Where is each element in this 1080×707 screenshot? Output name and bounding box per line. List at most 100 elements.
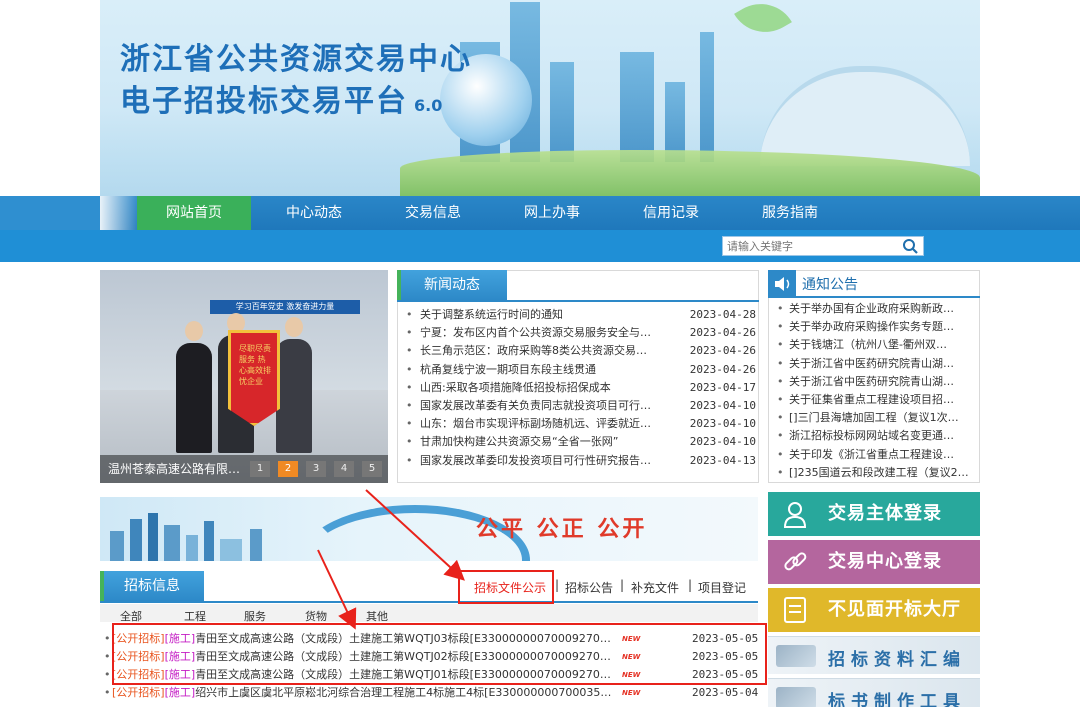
link-supplement-file[interactable]: 补充文件 <box>631 579 679 596</box>
link-bid-announcement[interactable]: 招标公告 <box>565 579 613 596</box>
tender-tool-button[interactable]: 标书制作工具 <box>768 678 980 707</box>
bid-method-tag: [公开招标] <box>112 686 165 699</box>
notice-title[interactable]: 关于钱塘江（杭州八堡-衢州双… <box>789 336 975 354</box>
notice-title[interactable]: 浙江招标投标网网站域名变更通… <box>789 427 975 445</box>
news-item[interactable]: • 宁夏：发布区内首个公共资源交易服务安全与… 2023-04-26 <box>406 324 756 342</box>
bid-materials-button[interactable]: 招标资料汇编 <box>768 636 980 674</box>
notice-item[interactable]: • 关于举办国有企业政府采购新政… <box>777 300 975 318</box>
notice-item[interactable]: • []三门县海塘加固工程（复议1次… <box>777 409 975 427</box>
category-tabs: 全部 工程 服务 货物 其他 <box>100 604 758 622</box>
bullet-icon: • <box>104 650 111 663</box>
version-label: 6.0 <box>414 96 443 115</box>
cat-engineering[interactable]: 工程 <box>184 608 206 622</box>
bullet-icon: • <box>406 435 413 449</box>
news-item[interactable]: • 杭甬复线宁波一期项目东段主线贯通 2023-04-26 <box>406 361 756 379</box>
cat-goods[interactable]: 货物 <box>305 608 327 622</box>
tab-notice[interactable]: 通知公告 <box>802 274 858 294</box>
link-separator: | <box>620 578 625 592</box>
slide-dot-5[interactable]: 5 <box>362 461 382 477</box>
slide-dot-1[interactable]: 1 <box>250 461 270 477</box>
notice-title[interactable]: 关于浙江省中医药研究院青山湖… <box>789 373 975 391</box>
nav-item-home[interactable]: 网站首页 <box>137 196 251 230</box>
notice-list: • 关于举办国有企业政府采购新政… • 关于举办政府采购操作实务专题… • 关于钱塘江（杭… <box>777 300 975 482</box>
document-icon <box>784 597 806 623</box>
bullet-icon: • <box>406 344 413 358</box>
notice-title[interactable]: 关于举办国有企业政府采购新政… <box>789 300 975 318</box>
nav-item-center-news[interactable]: 中心动态 <box>257 196 371 230</box>
notice-title[interactable]: 关于印发《浙江省重点工程建设… <box>789 446 975 464</box>
cat-all[interactable]: 全部 <box>120 608 142 622</box>
bullet-icon: • <box>406 453 413 467</box>
news-title[interactable]: 宁夏：发布区内首个公共资源交易服务安全与… <box>420 324 652 342</box>
nav-item-trade-info[interactable]: 交易信息 <box>376 196 490 230</box>
building-graphic <box>700 32 714 162</box>
news-item[interactable]: • 山西:采取各项措施降低招投标招保成本 2023-04-17 <box>406 379 756 397</box>
notice-title[interactable]: 关于浙江省中医药研究院青山湖… <box>789 355 975 373</box>
bullet-icon: • <box>777 411 784 425</box>
cat-service[interactable]: 服务 <box>244 608 266 622</box>
tab-news[interactable]: 新闻动态 <box>397 270 507 300</box>
search-icon[interactable] <box>897 237 923 255</box>
bullet-icon: • <box>104 686 111 699</box>
bidding-row[interactable]: • [公开招标][施工]绍兴市上虞区虞北平原崧北河综合治理工程施工4标施工4标[E… <box>104 684 758 702</box>
slide-dot-3[interactable]: 3 <box>306 461 326 477</box>
slide-dot-2[interactable]: 2 <box>278 461 298 477</box>
nav-item-service-guide[interactable]: 服务指南 <box>733 196 847 230</box>
bid-materials-label: 招标资料汇编 <box>828 650 966 670</box>
nav-item-credit-record[interactable]: 信用记录 <box>614 196 728 230</box>
news-date: 2023-04-26 <box>689 344 756 358</box>
news-item[interactable]: • 关于调整系统运行时间的通知 2023-04-28 <box>406 306 756 324</box>
notice-item[interactable]: • 关于印发《浙江省重点工程建设… <box>777 446 975 464</box>
news-title[interactable]: 国家发展改革委有关负责同志就投资项目可行… <box>420 397 652 415</box>
slogan-text: 公平 公正 公开 <box>476 517 648 542</box>
news-title[interactable]: 长三角示范区：政府采购等8类公共资源交易… <box>420 342 652 360</box>
news-item[interactable]: • 山东：烟台市实现评标副场随机远、评委就近… 2023-04-10 <box>406 415 756 433</box>
notice-title[interactable]: 关于征集省重点工程建设项目招… <box>789 391 975 409</box>
leaf-decoration <box>734 0 792 46</box>
notice-item[interactable]: • 关于浙江省中医药研究院青山湖… <box>777 373 975 391</box>
news-title[interactable]: 国家发展改革委印发投资项目可行性研究报告… <box>420 452 652 470</box>
bullet-icon: • <box>104 632 111 645</box>
news-title[interactable]: 关于调整系统运行时间的通知 <box>420 306 652 324</box>
news-item[interactable]: • 甘肃加快构建公共资源交易“全省一张网” 2023-04-10 <box>406 433 756 451</box>
dome-building-graphic <box>760 66 970 166</box>
news-title[interactable]: 山西:采取各项措施降低招投标招保成本 <box>420 379 652 397</box>
tender-tool-label: 标书制作工具 <box>828 692 966 707</box>
header-banner: 浙江省公共资源交易中心 电子招投标交易平台 6.0 <box>100 0 980 196</box>
bidding-row-title[interactable]: [公开招标][施工]绍兴市上虞区虞北平原崧北河综合治理工程施工4标施工4标[E3… <box>112 684 616 702</box>
slide-caption[interactable]: 温州苍泰高速公路有限… <box>108 460 248 477</box>
trader-login-label: 交易主体登录 <box>828 503 942 524</box>
news-title[interactable]: 甘肃加快构建公共资源交易“全省一张网” <box>420 433 652 451</box>
pennant-text: 尽职尽责服务 热心高效排忧企业 <box>239 344 271 386</box>
search-input[interactable] <box>723 237 893 255</box>
slide-dot-4[interactable]: 4 <box>334 461 354 477</box>
notice-item[interactable]: • 浙江招标投标网网站域名变更通… <box>777 427 975 445</box>
link-project-registration[interactable]: 项目登记 <box>698 579 746 596</box>
center-login-button[interactable]: 交易中心登录 <box>768 540 980 584</box>
trader-login-button[interactable]: 交易主体登录 <box>768 492 980 536</box>
nav-item-online-service[interactable]: 网上办事 <box>495 196 609 230</box>
remote-bid-hall-label: 不见面开标大厅 <box>828 599 961 620</box>
award-pennant: 尽职尽责服务 热心高效排忧企业 <box>228 330 280 426</box>
news-date: 2023-04-10 <box>689 398 756 412</box>
news-title[interactable]: 杭甬复线宁波一期项目东段主线贯通 <box>420 361 652 379</box>
tab-bidding-info[interactable]: 招标信息 <box>100 571 204 601</box>
news-title[interactable]: 山东：烟台市实现评标副场随机远、评委就近… <box>420 415 652 433</box>
notice-title[interactable]: []三门县海塘加固工程（复议1次… <box>789 409 975 427</box>
bullet-icon: • <box>777 320 784 334</box>
notice-title[interactable]: 关于举办政府采购操作实务专题… <box>789 318 975 336</box>
news-item[interactable]: • 长三角示范区：政府采购等8类公共资源交易… 2023-04-26 <box>406 342 756 360</box>
news-slideshow[interactable]: 学习百年党史 激发奋进力量 尽职尽责服务 热心高效排忧企业 温州苍泰高速公路有限… <box>100 270 388 483</box>
notice-item[interactable]: • 关于钱塘江（杭州八堡-衢州双… <box>777 336 975 354</box>
remote-bid-hall-button[interactable]: 不见面开标大厅 <box>768 588 980 632</box>
bullet-icon: • <box>777 302 784 315</box>
news-item[interactable]: • 国家发展改革委印发投资项目可行性研究报告… 2023-04-13 <box>406 452 756 470</box>
notice-item[interactable]: • 关于征集省重点工程建设项目招… <box>777 391 975 409</box>
notice-title[interactable]: []235国道云和段改建工程（复议2… <box>789 464 975 482</box>
cat-other[interactable]: 其他 <box>366 608 388 622</box>
notice-item[interactable]: • []235国道云和段改建工程（复议2… <box>777 464 975 482</box>
notice-item[interactable]: • 关于浙江省中医药研究院青山湖… <box>777 355 975 373</box>
bullet-icon: • <box>777 392 784 406</box>
news-item[interactable]: • 国家发展改革委有关负责同志就投资项目可行… 2023-04-10 <box>406 397 756 415</box>
notice-item[interactable]: • 关于举办政府采购操作实务专题… <box>777 318 975 336</box>
